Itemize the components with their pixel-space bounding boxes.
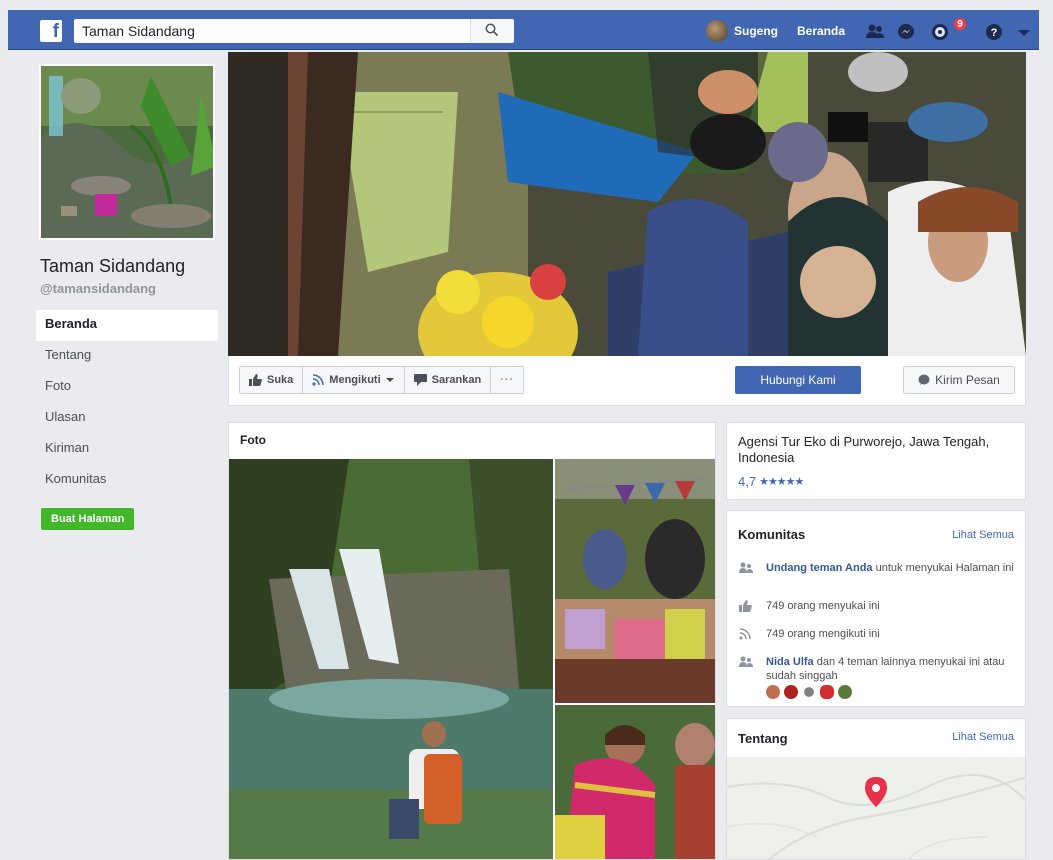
create-page-button[interactable]: Buat Halaman [41, 508, 135, 530]
profile-picture[interactable] [39, 64, 215, 240]
invite-friends-link[interactable]: Undang teman Anda [766, 562, 873, 574]
friends-icon[interactable] [865, 23, 885, 41]
friend-avatars [766, 685, 856, 699]
messenger-icon[interactable] [896, 23, 916, 41]
photos-title[interactable]: Foto [240, 433, 266, 447]
invite-text: untuk menyukai Halaman ini [872, 562, 1014, 574]
avatar[interactable] [784, 685, 798, 699]
like-button[interactable]: Suka [239, 366, 304, 394]
profile-photo-image [41, 66, 213, 238]
dancer-photo-image [555, 705, 715, 859]
photo-waterfall[interactable] [229, 459, 553, 859]
help-icon[interactable]: ? [985, 23, 1005, 41]
market-photo-image [555, 459, 715, 703]
cover-photo-image [228, 52, 1026, 356]
svg-text:?: ? [991, 27, 998, 39]
photos-card: Foto [228, 422, 716, 860]
profile-link[interactable]: Sugeng [706, 20, 778, 42]
about-title: Tentang [738, 731, 788, 746]
notification-badge: 9 [953, 17, 967, 31]
map-pin-icon [865, 777, 887, 807]
search-input[interactable]: Taman Sidandang [74, 19, 508, 43]
nav-item-tentang[interactable]: Tentang [36, 341, 218, 372]
follows-count[interactable]: 749 orang mengikuti ini [766, 627, 880, 641]
follow-label: Mengikuti [329, 374, 381, 386]
location-map[interactable] [727, 757, 1025, 859]
friends-like-row: Nida Ulfa dan 4 teman lainnya menyukai i… [738, 655, 1018, 683]
more-button[interactable]: ··· [490, 366, 525, 394]
thumbs-up-icon [249, 374, 262, 386]
page-title: Taman Sidandang [40, 256, 186, 276]
follow-button[interactable]: Mengikuti [302, 366, 405, 394]
community-title: Komunitas [738, 527, 806, 542]
rating-value: 4,7 [738, 474, 757, 489]
cover-photo[interactable] [228, 52, 1026, 356]
invite-row: Undang teman Anda untuk menyukai Halaman… [738, 561, 1018, 575]
avatar[interactable] [838, 685, 852, 699]
caret-down-icon [385, 378, 394, 382]
facebook-logo-icon[interactable]: f [40, 20, 62, 42]
rating[interactable]: 4,7 ★★★★★ [738, 474, 1014, 489]
top-nav: f Taman Sidandang Sugeng Beranda 9 ? [8, 10, 1039, 50]
share-button[interactable]: Sarankan [403, 366, 492, 394]
dropdown-icon[interactable] [1014, 23, 1034, 41]
nav-item-ulasan[interactable]: Ulasan [36, 403, 218, 434]
action-buttons-group: Suka Mengikuti Sarankan ··· [239, 366, 525, 394]
send-message-button[interactable]: Kirim Pesan [903, 366, 1015, 394]
rss-icon [312, 374, 325, 386]
nav-item-foto[interactable]: Foto [36, 372, 218, 403]
page-category[interactable]: Agensi Tur Eko di Purworejo, Jawa Tengah… [738, 434, 1014, 466]
search-button[interactable] [470, 19, 514, 43]
avatar[interactable] [820, 685, 834, 699]
notifications-icon[interactable] [930, 23, 950, 41]
star-rating-icon: ★★★★★ [759, 476, 804, 488]
page-action-bar: Suka Mengikuti Sarankan ··· Hubungi Kami… [228, 356, 1026, 406]
send-message-label: Kirim Pesan [935, 373, 1000, 387]
likes-row: 749 orang menyukai ini [738, 599, 1018, 613]
more-icon: ··· [500, 374, 515, 386]
map-image [727, 757, 1025, 859]
about-see-all-link[interactable]: Lihat Semua [952, 731, 1014, 743]
top-bar: f Taman Sidandang Sugeng Beranda 9 ? [0, 0, 1053, 52]
home-link[interactable]: Beranda [797, 24, 845, 38]
rss-icon [739, 628, 751, 640]
search-icon [485, 23, 499, 37]
community-card: Komunitas Lihat Semua Undang teman Anda … [726, 510, 1026, 707]
chat-bubble-icon [413, 374, 427, 386]
share-label: Sarankan [431, 374, 482, 386]
thumbs-up-icon [739, 600, 752, 612]
avatar[interactable] [766, 685, 780, 699]
page-nav: Beranda Tentang Foto Ulasan Kiriman Komu… [36, 310, 218, 496]
friend-name-link[interactable]: Nida Ulfa [766, 656, 814, 668]
avatar [706, 20, 728, 42]
friends-icon [739, 656, 753, 667]
follows-row: 749 orang mengikuti ini [738, 627, 1018, 641]
photo-dancer[interactable] [555, 705, 715, 859]
likes-count[interactable]: 749 orang menyukai ini [766, 599, 880, 613]
community-see-all-link[interactable]: Lihat Semua [952, 529, 1014, 541]
friends-icon [739, 562, 753, 573]
about-card: Tentang Lihat Semua [726, 718, 1026, 860]
page-handle[interactable]: @tamansidandang [40, 281, 218, 296]
nav-item-kiriman[interactable]: Kiriman [36, 434, 218, 465]
photo-market[interactable] [555, 459, 715, 703]
nav-item-komunitas[interactable]: Komunitas [36, 465, 218, 496]
message-icon [918, 374, 930, 385]
like-label: Suka [267, 374, 294, 386]
nav-item-beranda[interactable]: Beranda [36, 310, 218, 341]
left-sidebar: Taman Sidandang @tamansidandang Beranda … [36, 64, 218, 530]
avatar[interactable] [804, 687, 814, 697]
page-info-card: Agensi Tur Eko di Purworejo, Jawa Tengah… [726, 422, 1026, 500]
contact-button[interactable]: Hubungi Kami [735, 366, 861, 394]
waterfall-photo-image [229, 459, 553, 859]
user-name: Sugeng [734, 24, 778, 38]
